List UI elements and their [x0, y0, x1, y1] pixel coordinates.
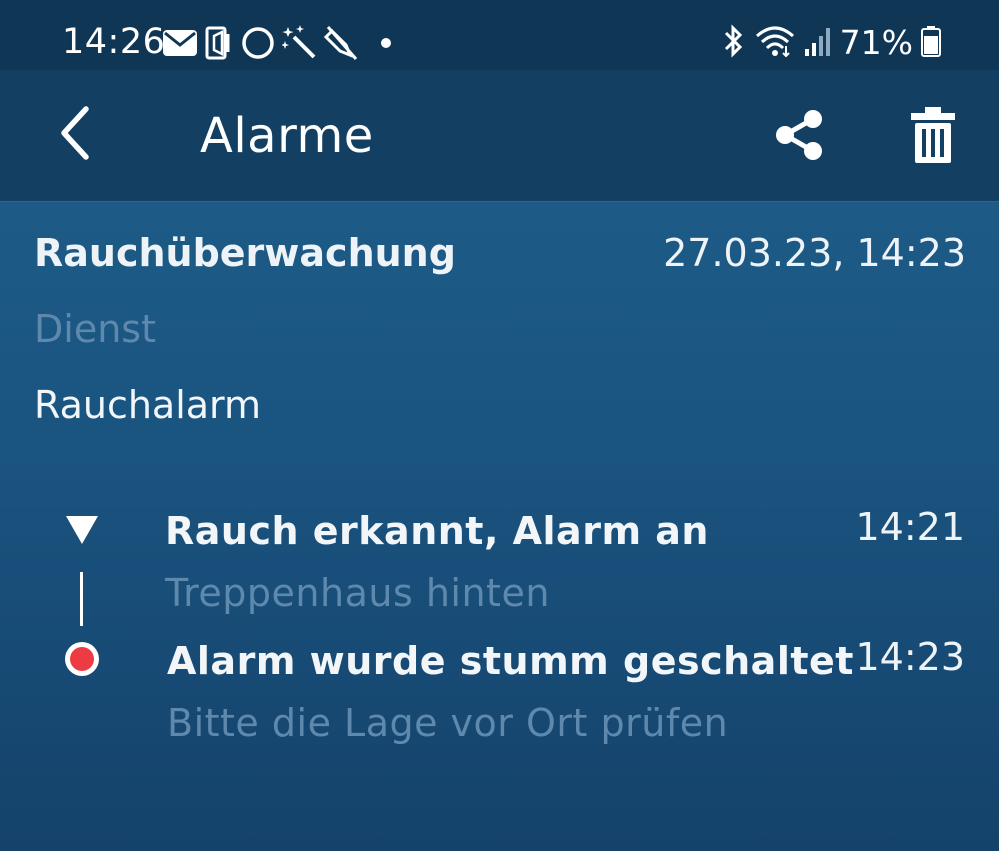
red-dot-icon-core — [70, 647, 94, 671]
silent-mode-icon — [204, 26, 234, 60]
event-title: Alarm wurde stumm geschaltet — [167, 639, 854, 683]
app-bar: Alarme — [0, 70, 999, 202]
triangle-down-icon — [66, 516, 98, 544]
alarm-datetime: 27.03.23, 14:23 — [663, 231, 966, 275]
status-icons-left — [162, 24, 392, 62]
dot-icon — [380, 37, 392, 49]
timeline-connector — [80, 572, 83, 626]
mail-icon — [162, 29, 198, 57]
share-icon — [771, 107, 827, 167]
back-button[interactable] — [44, 100, 104, 170]
event-time: 14:23 — [855, 635, 965, 679]
trash-icon — [909, 105, 957, 169]
bluetooth-icon — [720, 24, 746, 62]
signal-icon — [804, 25, 832, 61]
delete-button[interactable] — [902, 104, 964, 170]
red-dot-icon — [65, 642, 99, 676]
alarm-service-label: Dienst — [34, 307, 156, 351]
circle-icon — [240, 25, 276, 61]
alarm-type: Rauchalarm — [34, 383, 262, 427]
wifi-icon — [754, 24, 796, 62]
magic-wand-icon — [282, 25, 318, 61]
status-bar: 14:26 71% — [0, 0, 999, 70]
chevron-left-icon — [54, 103, 94, 167]
battery-percent: 71% — [839, 23, 913, 62]
mute-mic-icon — [324, 25, 360, 61]
event-title: Rauch erkannt, Alarm an — [165, 509, 709, 553]
event-subtitle: Treppenhaus hinten — [165, 571, 550, 615]
status-icons-right: 71% — [720, 22, 941, 64]
event-time: 14:21 — [855, 505, 965, 549]
battery-icon — [921, 25, 941, 61]
event-subtitle: Bitte die Lage vor Ort prüfen — [167, 701, 729, 745]
share-button[interactable] — [768, 106, 830, 168]
status-time: 14:26 — [62, 22, 166, 62]
alarm-title: Rauchüberwachung — [34, 231, 456, 275]
page-title: Alarme — [200, 108, 374, 164]
